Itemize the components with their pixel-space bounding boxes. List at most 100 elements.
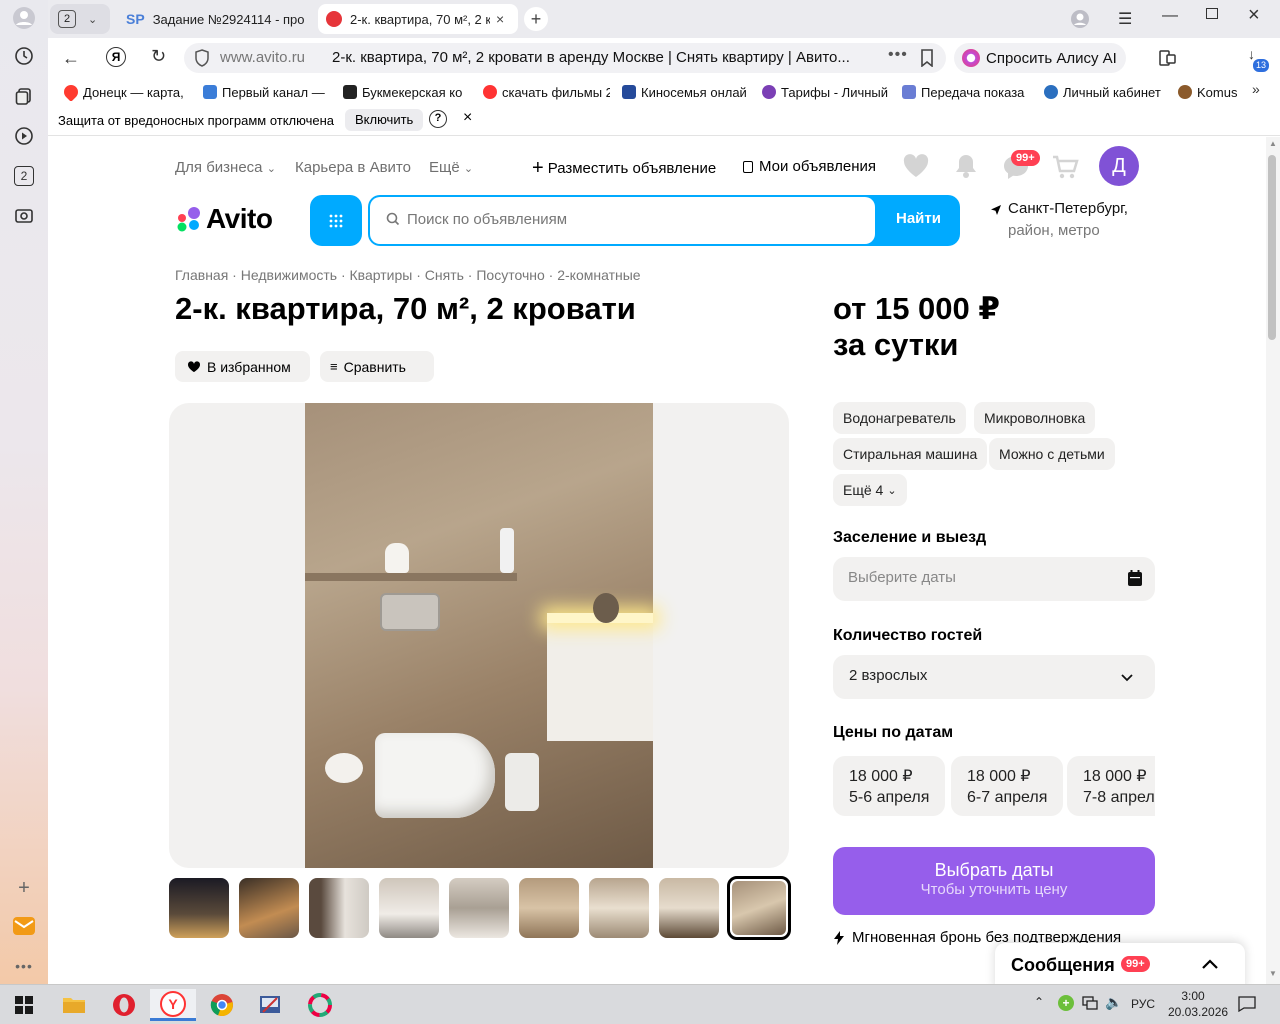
thumbnail-6[interactable] bbox=[519, 878, 579, 938]
search-input[interactable]: Поиск по объявлениям bbox=[370, 197, 875, 244]
catalog-button[interactable] bbox=[310, 195, 362, 246]
extensions-icon[interactable] bbox=[1158, 48, 1178, 73]
thumbnail-1[interactable] bbox=[169, 878, 229, 938]
profile-icon[interactable] bbox=[12, 6, 36, 30]
page-menu-icon[interactable]: ••• bbox=[888, 46, 908, 64]
language-indicator[interactable]: РУС bbox=[1131, 997, 1155, 1011]
scrollbar-thumb[interactable] bbox=[1268, 155, 1276, 340]
chevron-up-icon[interactable] bbox=[1201, 957, 1219, 975]
plus-icon: + bbox=[532, 157, 544, 179]
downloads-badge: 13 bbox=[1253, 59, 1270, 72]
more-icon[interactable]: ••• bbox=[12, 954, 36, 978]
color-app-icon[interactable] bbox=[302, 989, 338, 1021]
breadcrumb-item[interactable]: Главная bbox=[175, 267, 228, 283]
chrome-icon[interactable] bbox=[204, 989, 240, 1021]
avito-logo-icon[interactable] bbox=[175, 206, 203, 237]
thumbnail-8[interactable] bbox=[659, 878, 719, 938]
screenshot-icon[interactable] bbox=[12, 204, 36, 228]
date-price-card[interactable]: 18 000 ₽ 7-8 апреля bbox=[1067, 756, 1155, 816]
breadcrumb-item[interactable]: Снять bbox=[425, 267, 464, 283]
new-tab-button[interactable]: + bbox=[524, 7, 548, 31]
avito-logo-text[interactable]: Avito bbox=[206, 203, 273, 235]
scroll-up-icon[interactable]: ▲ bbox=[1269, 139, 1277, 148]
bookmark-item[interactable]: Личный кабинет bbox=[1044, 83, 1164, 101]
bookmark-item[interactable]: Komus bbox=[1178, 83, 1240, 101]
breadcrumb-item[interactable]: Посуточно bbox=[476, 267, 544, 283]
photo-gallery[interactable] bbox=[169, 403, 789, 868]
yandex-browser-icon[interactable]: Y bbox=[150, 989, 196, 1021]
thumbnail-5[interactable] bbox=[449, 878, 509, 938]
history-icon[interactable] bbox=[12, 44, 36, 68]
collections-icon[interactable] bbox=[12, 84, 36, 108]
bookmark-label: Донецк — карта, с bbox=[83, 84, 186, 100]
sp-favicon-icon: SP bbox=[126, 11, 145, 27]
messages-widget[interactable]: Сообщения 99+ bbox=[995, 943, 1245, 984]
thumbnail-4[interactable] bbox=[379, 878, 439, 938]
bookmark-item[interactable]: Букмекерская ко bbox=[343, 83, 468, 101]
more-link[interactable]: Ещё ⌄ bbox=[429, 159, 473, 176]
close-infobar-icon[interactable]: × bbox=[463, 109, 472, 127]
thumbnail-2[interactable] bbox=[239, 878, 299, 938]
breadcrumb-item[interactable]: 2-комнатные bbox=[557, 267, 640, 283]
network-icon[interactable] bbox=[1082, 995, 1098, 1016]
reload-icon[interactable]: ↻ bbox=[151, 46, 166, 67]
close-tab-icon[interactable]: × bbox=[496, 11, 504, 27]
help-icon[interactable]: ? bbox=[429, 110, 447, 128]
post-ad-button[interactable]: + Разместить объявление bbox=[532, 157, 716, 180]
menu-icon[interactable]: ☰ bbox=[1118, 9, 1132, 29]
start-icon[interactable] bbox=[6, 989, 42, 1021]
date-price-card[interactable]: 18 000 ₽ 6-7 апреля bbox=[951, 756, 1063, 816]
bookmark-item[interactable]: скачать фильмы 2 bbox=[483, 83, 610, 101]
career-link[interactable]: Карьера в Авито bbox=[295, 159, 411, 176]
yandex-icon[interactable]: Я bbox=[106, 47, 126, 67]
thumbnail-3[interactable] bbox=[309, 878, 369, 938]
alice-button[interactable]: Спросить Алису AI bbox=[954, 43, 1126, 73]
tray-app-icon[interactable]: + bbox=[1058, 995, 1074, 1011]
clock[interactable]: 3:00 20.03.2026 bbox=[1168, 988, 1228, 1020]
enable-protection-button[interactable]: Включить bbox=[345, 109, 424, 131]
video-icon[interactable] bbox=[12, 124, 36, 148]
opera-icon[interactable] bbox=[106, 989, 142, 1021]
bookmark-item[interactable]: Тарифы - Личный bbox=[762, 83, 889, 101]
account-icon[interactable] bbox=[1070, 9, 1090, 34]
tab-task[interactable]: SP Задание №2924114 - про bbox=[118, 4, 310, 34]
tv-icon bbox=[203, 85, 217, 99]
scroll-down-icon[interactable]: ▼ bbox=[1269, 969, 1277, 978]
compare-button[interactable]: ≡ Сравнить bbox=[320, 351, 434, 382]
tab-avito[interactable]: 2-к. квартира, 70 м², 2 к × bbox=[318, 4, 518, 34]
file-explorer-icon[interactable] bbox=[56, 989, 92, 1021]
address-domain: www.avito.ru bbox=[220, 49, 306, 66]
favorite-button[interactable]: В избранном bbox=[175, 351, 310, 382]
tab-group[interactable]: 2 ⌄ bbox=[50, 4, 110, 34]
page-scrollbar[interactable]: ▲ ▼ bbox=[1266, 137, 1280, 984]
notifications-icon[interactable] bbox=[1238, 996, 1256, 1017]
choose-dates-button[interactable]: Выбрать даты Чтобы уточнить цену bbox=[833, 847, 1155, 915]
bookmark-label: Личный кабинет bbox=[1063, 84, 1161, 100]
app-icon[interactable] bbox=[252, 989, 288, 1021]
bookmarks-more-icon[interactable]: » bbox=[1252, 81, 1260, 97]
breadcrumb-item[interactable]: Квартиры bbox=[350, 267, 413, 283]
bookmark-icon[interactable] bbox=[920, 49, 934, 72]
bookmark-item[interactable]: Первый канал — с bbox=[203, 83, 328, 101]
date-price-card[interactable]: 18 000 ₽ 5-6 апреля bbox=[833, 756, 945, 816]
close-window-icon[interactable]: × bbox=[1248, 4, 1260, 27]
address-field[interactable]: www.avito.ru 2-к. квартира, 70 м², 2 кро… bbox=[184, 43, 946, 73]
volume-icon[interactable]: 🔈 bbox=[1105, 994, 1122, 1011]
restore-icon[interactable] bbox=[1206, 8, 1218, 19]
tray-chevron-icon[interactable]: ⌃ bbox=[1034, 995, 1044, 1009]
minimize-icon[interactable]: — bbox=[1162, 7, 1178, 25]
breadcrumb-item[interactable]: Недвижимость bbox=[241, 267, 337, 283]
chevron-down-icon: ⌄ bbox=[463, 163, 474, 175]
back-icon[interactable]: ← bbox=[62, 48, 80, 69]
thumbnail-9-selected[interactable] bbox=[727, 876, 791, 940]
business-link[interactable]: Для бизнеса ⌄ bbox=[175, 159, 276, 176]
thumbnail-7[interactable] bbox=[589, 878, 649, 938]
add-panel-icon[interactable]: + bbox=[12, 876, 36, 900]
bookmark-item[interactable]: Донецк — карта, с bbox=[64, 83, 186, 101]
mail-icon[interactable] bbox=[12, 914, 36, 938]
tabs-count-icon[interactable]: 2 bbox=[12, 164, 36, 188]
bookmark-item[interactable]: Передача показа bbox=[902, 83, 1030, 101]
alice-label: Спросить Алису AI bbox=[986, 49, 1117, 67]
chevron-down-icon: ⌄ bbox=[88, 13, 98, 26]
bookmark-item[interactable]: Киносемья онлай bbox=[622, 83, 749, 101]
